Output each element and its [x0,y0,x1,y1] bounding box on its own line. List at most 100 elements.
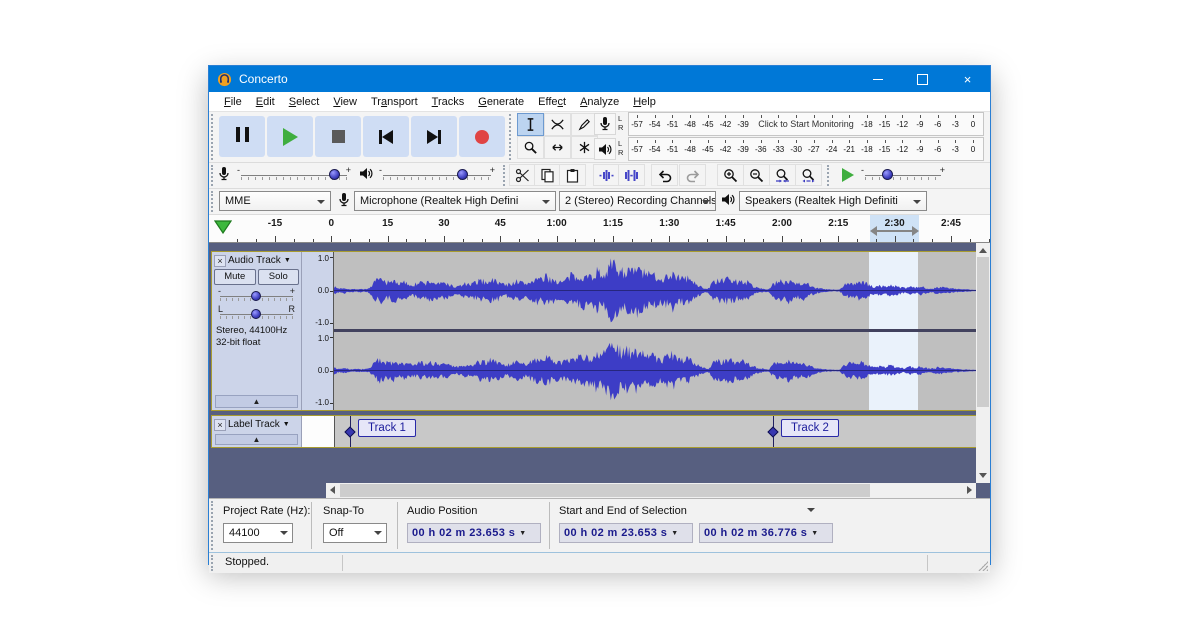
audio-host-select[interactable]: MME [219,191,331,211]
envelope-tool-button[interactable] [544,113,571,136]
cut-button[interactable] [509,164,536,186]
pan-slider[interactable]: L R [218,305,295,322]
collapse-track-button[interactable]: ▲ [215,395,298,408]
label-track-content[interactable]: Track 1 Track 2 [335,416,976,447]
playback-meter[interactable]: LR 0-3-6-9-12-15-18-21-24-27-30-33-36-39… [594,137,984,161]
field-dropdown-icon[interactable]: ▼ [811,530,818,537]
redo-button[interactable] [679,164,706,186]
menu-select[interactable]: Select [282,96,327,108]
zoom-to-selection-button[interactable] [769,164,796,186]
skip-to-start-button[interactable] [363,116,409,157]
menu-file[interactable]: File [217,96,249,108]
audio-position-field[interactable]: 00 h 02 m 23.653 s▼ [407,523,541,543]
project-rate-select[interactable]: 44100 [223,523,293,543]
field-dropdown-icon[interactable]: ▼ [519,530,526,537]
zoom-out-button[interactable] [743,164,770,186]
label-track[interactable]: × Label Track ▼ ▲ Track 1 Track 2 [211,415,977,448]
track-title[interactable]: Label Track [228,419,280,430]
recording-volume-slider[interactable]: - + [235,165,353,185]
scroll-up-icon[interactable] [979,248,987,253]
close-track-button[interactable]: × [214,419,226,431]
label-marker-diamond-icon[interactable] [344,426,355,437]
field-dropdown-icon[interactable]: ▼ [671,530,678,537]
menu-tracks[interactable]: Tracks [425,96,472,108]
paste-button[interactable] [559,164,586,186]
meter-scale-value: -33 [773,145,785,154]
label-marker-diamond-icon[interactable] [767,426,778,437]
timeline-ruler[interactable]: -1501530451:001:151:301:452:002:152:302:… [209,215,990,243]
monitoring-hint[interactable]: Click to Start Monitoring [754,119,858,129]
menu-effect[interactable]: Effect [531,96,573,108]
menu-edit[interactable]: Edit [249,96,282,108]
stop-button[interactable] [315,116,361,157]
transport-toolbar-gripper[interactable] [211,114,217,160]
slider-thumb[interactable] [251,309,261,319]
time-shift-tool-button[interactable] [544,136,571,159]
scroll-down-icon[interactable] [979,473,987,478]
label-text[interactable]: Track 2 [781,419,839,437]
playback-volume-slider[interactable]: - + [377,165,497,185]
device-toolbar-gripper[interactable] [211,191,217,212]
track-menu-arrow-icon[interactable]: ▼ [284,257,291,264]
recording-meter-mic-button[interactable] [594,113,616,135]
trim-audio-button[interactable] [593,164,620,186]
selection-tool-button[interactable] [517,113,544,136]
track-title[interactable]: Audio Track [228,255,281,266]
recording-meter-scale[interactable]: 0-3-6-9-12-15-18-21-24-27-30-33-36-39-42… [628,112,984,136]
play-button[interactable] [267,116,313,157]
recording-meter[interactable]: LR 0-3-6-9-12-15-18-21-24-27-30-33-36-39… [594,112,984,136]
mute-button[interactable]: Mute [214,269,256,285]
track-menu-arrow-icon[interactable]: ▼ [283,421,290,428]
silence-audio-button[interactable] [618,164,645,186]
maximize-button[interactable] [900,66,945,92]
audio-track[interactable]: × Audio Track ▼ Mute Solo - + L [211,251,977,411]
close-button[interactable]: × [945,66,990,92]
selection-start-field[interactable]: 00 h 02 m 23.653 s▼ [559,523,693,543]
label-text[interactable]: Track 1 [358,419,416,437]
collapse-track-button[interactable]: ▲ [215,434,298,445]
gain-slider[interactable]: - + [218,287,295,304]
record-button[interactable] [459,116,505,157]
playback-meter-speaker-button[interactable] [594,138,616,160]
zoom-tool-button[interactable] [517,136,544,159]
menu-help[interactable]: Help [626,96,663,108]
vertical-scrollbar[interactable] [976,243,990,483]
playback-meter-scale[interactable]: 0-3-6-9-12-15-18-21-24-27-30-33-36-39-42… [628,137,984,161]
menu-generate[interactable]: Generate [471,96,531,108]
scroll-right-icon[interactable] [967,486,972,494]
selection-toolbar-gripper[interactable] [211,501,217,550]
tools-toolbar-gripper[interactable] [509,114,515,160]
quick-play-icon[interactable] [214,220,232,234]
menu-transport[interactable]: Transport [364,96,425,108]
chevron-down-icon[interactable] [807,508,815,512]
copy-button[interactable] [534,164,561,186]
pause-button[interactable] [219,116,265,157]
recording-device-select[interactable]: Microphone (Realtek High Defini [354,191,556,211]
selection-end-field[interactable]: 00 h 02 m 36.776 s▼ [699,523,833,543]
slider-thumb[interactable] [882,169,893,180]
close-track-button[interactable]: × [214,255,226,267]
horizontal-scrollbar[interactable] [326,483,976,498]
selection-format-label[interactable]: Start and End of Selection [559,505,687,517]
play-at-speed-button[interactable] [834,164,861,186]
horizontal-scroll-thumb[interactable] [340,484,870,497]
waveform-area[interactable] [334,252,976,410]
slider-thumb[interactable] [251,291,261,301]
snap-to-select[interactable]: Off [323,523,387,543]
selection-drag-bar[interactable] [876,230,913,232]
menu-view[interactable]: View [326,96,364,108]
fit-project-button[interactable] [795,164,822,186]
undo-button[interactable] [651,164,678,186]
playback-device-select[interactable]: Speakers (Realtek High Definiti [739,191,927,211]
zoom-in-button[interactable] [717,164,744,186]
resize-grip[interactable] [978,561,988,571]
play-at-speed-gripper[interactable] [827,165,833,186]
recording-channels-select[interactable]: 2 (Stereo) Recording Channels [559,191,716,211]
solo-button[interactable]: Solo [258,269,300,285]
vertical-scroll-thumb[interactable] [977,257,989,407]
minimize-button[interactable] [855,66,900,92]
scroll-left-icon[interactable] [330,486,335,494]
play-speed-slider[interactable]: - + [859,165,947,185]
menu-analyze[interactable]: Analyze [573,96,626,108]
skip-to-end-button[interactable] [411,116,457,157]
